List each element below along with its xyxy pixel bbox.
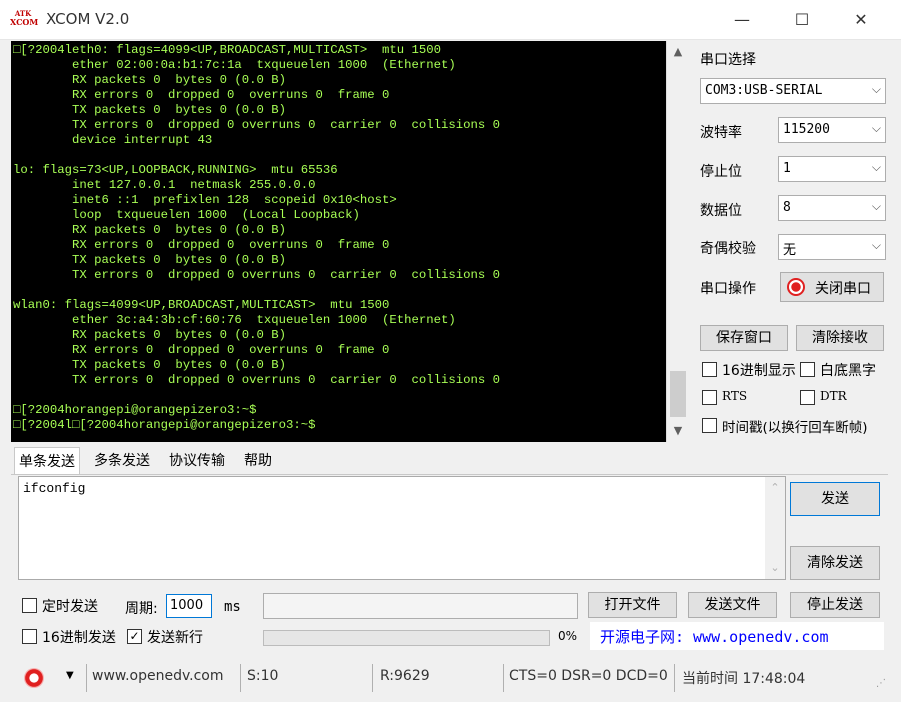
title-bar[interactable]: ATK XCOM XCOM V2.0 — ☐ ✕ <box>0 0 901 40</box>
timed-send-label: 定时发送 <box>42 599 98 615</box>
promo-link[interactable]: 开源电子网: www.openedv.com <box>590 622 884 650</box>
baud-select[interactable]: 115200 ⌵ <box>778 117 886 143</box>
terminal-output: □[?2004leth0: flags=4099<UP,BROADCAST,MU… <box>13 43 501 432</box>
close-port-button[interactable]: 关闭串口 <box>780 272 884 302</box>
tab-single-send[interactable]: 单条发送 <box>14 447 80 475</box>
window-title: XCOM V2.0 <box>46 10 130 28</box>
stop-bits-value: 1 <box>783 161 791 176</box>
record-icon[interactable] <box>24 668 44 688</box>
chevron-down-icon: ⌵ <box>871 238 881 252</box>
data-bits-select[interactable]: 8 ⌵ <box>778 195 886 221</box>
port-select-label: 串口选择 <box>700 52 756 68</box>
close-port-label: 关闭串口 <box>815 281 871 297</box>
dtr-checkbox[interactable] <box>800 390 815 405</box>
chevron-down-icon: ⌵ <box>871 199 881 213</box>
newline-checkbox[interactable]: ✓ <box>127 629 142 644</box>
minimize-icon: — <box>734 10 750 29</box>
tab-multi-send[interactable]: 多条发送 <box>90 447 154 473</box>
app-logo: ATK XCOM <box>10 10 39 30</box>
rts-label: RTS <box>722 389 748 403</box>
close-window-button[interactable]: ✕ <box>830 0 892 40</box>
stop-send-button[interactable]: 停止发送 <box>790 592 880 618</box>
chevron-down-icon: ⌵ <box>871 160 881 174</box>
minimize-button[interactable]: — <box>711 0 773 40</box>
parity-label: 奇偶校验 <box>700 241 756 257</box>
chevron-down-icon: ⌵ <box>871 82 881 96</box>
parity-value: 无 <box>783 243 797 258</box>
hex-display-label: 16进制显示 <box>722 363 796 379</box>
send-progress-bar <box>263 630 550 646</box>
send-input[interactable]: ifconfig <box>18 476 786 580</box>
baud-label: 波特率 <box>700 125 742 141</box>
hex-send-label: 16进制发送 <box>42 630 116 646</box>
port-status-icon <box>787 278 805 296</box>
period-label: 周期: <box>125 601 158 617</box>
send-file-button[interactable]: 发送文件 <box>688 592 777 618</box>
hex-send-checkbox[interactable] <box>22 629 37 644</box>
scroll-up-icon[interactable]: ⌃ <box>765 479 785 497</box>
status-separator <box>240 664 241 692</box>
newline-label: 发送新行 <box>147 630 203 646</box>
data-bits-label: 数据位 <box>700 203 742 219</box>
white-black-checkbox[interactable] <box>800 362 815 377</box>
status-time: 当前时间 17:48:04 <box>682 671 806 687</box>
status-separator <box>674 664 675 692</box>
status-sent-count: S:10 <box>247 668 279 684</box>
data-bits-value: 8 <box>783 200 791 215</box>
status-separator <box>372 664 373 692</box>
save-window-button[interactable]: 保存窗口 <box>700 325 788 351</box>
logo-bottom-text: XCOM <box>10 17 39 27</box>
white-black-label: 白底黑字 <box>820 363 876 379</box>
scroll-thumb[interactable] <box>670 371 686 417</box>
clear-receive-button[interactable]: 清除接收 <box>796 325 884 351</box>
timestamp-label: 时间戳(以换行回车断帧) <box>722 420 868 436</box>
maximize-icon: ☐ <box>794 10 810 29</box>
dtr-label: DTR <box>820 389 847 403</box>
rts-checkbox[interactable] <box>702 390 717 405</box>
tab-divider <box>11 474 888 475</box>
timed-send-checkbox[interactable] <box>22 598 37 613</box>
port-select-value: COM3:USB-SERIAL <box>705 83 823 98</box>
open-file-button[interactable]: 打开文件 <box>588 592 677 618</box>
send-text: ifconfig <box>23 481 86 496</box>
tab-help[interactable]: 帮助 <box>240 447 276 473</box>
send-scrollbar[interactable]: ⌃ ⌄ <box>765 477 785 579</box>
status-separator <box>86 664 87 692</box>
port-select[interactable]: COM3:USB-SERIAL ⌵ <box>700 78 886 104</box>
scroll-down-icon[interactable]: ⌄ <box>765 559 785 577</box>
clear-send-button[interactable]: 清除发送 <box>790 546 880 580</box>
timestamp-checkbox[interactable] <box>702 418 717 433</box>
close-icon: ✕ <box>854 10 868 29</box>
period-input[interactable]: 1000 <box>166 594 212 618</box>
stop-bits-select[interactable]: 1 ⌵ <box>778 156 886 182</box>
stop-bits-label: 停止位 <box>700 164 742 180</box>
tab-protocol[interactable]: 协议传输 <box>165 447 229 473</box>
status-line-signals: CTS=0 DSR=0 DCD=0 <box>509 668 668 684</box>
hex-display-checkbox[interactable] <box>702 362 717 377</box>
chevron-down-icon: ⌵ <box>871 121 881 135</box>
status-received-count: R:9629 <box>380 668 430 684</box>
scroll-up-icon[interactable]: ▲ <box>667 43 689 61</box>
baud-value: 115200 <box>783 122 830 137</box>
terminal-scrollbar[interactable]: ▲ ▼ <box>666 41 688 442</box>
scroll-down-icon[interactable]: ▼ <box>667 422 689 440</box>
send-button[interactable]: 发送 <box>790 482 880 516</box>
status-site[interactable]: www.openedv.com <box>92 668 224 684</box>
status-separator <box>503 664 504 692</box>
port-operation-label: 串口操作 <box>700 281 756 297</box>
resize-grip-icon[interactable]: ⋰ <box>876 678 886 689</box>
progress-percent: 0% <box>558 629 578 643</box>
period-unit: ms <box>224 599 241 615</box>
receive-terminal[interactable]: □[?2004leth0: flags=4099<UP,BROADCAST,MU… <box>11 41 666 442</box>
parity-select[interactable]: 无 ⌵ <box>778 234 886 260</box>
caret-down-icon[interactable]: ▼ <box>66 670 74 681</box>
maximize-button[interactable]: ☐ <box>771 0 833 40</box>
file-path-field[interactable] <box>263 593 578 619</box>
